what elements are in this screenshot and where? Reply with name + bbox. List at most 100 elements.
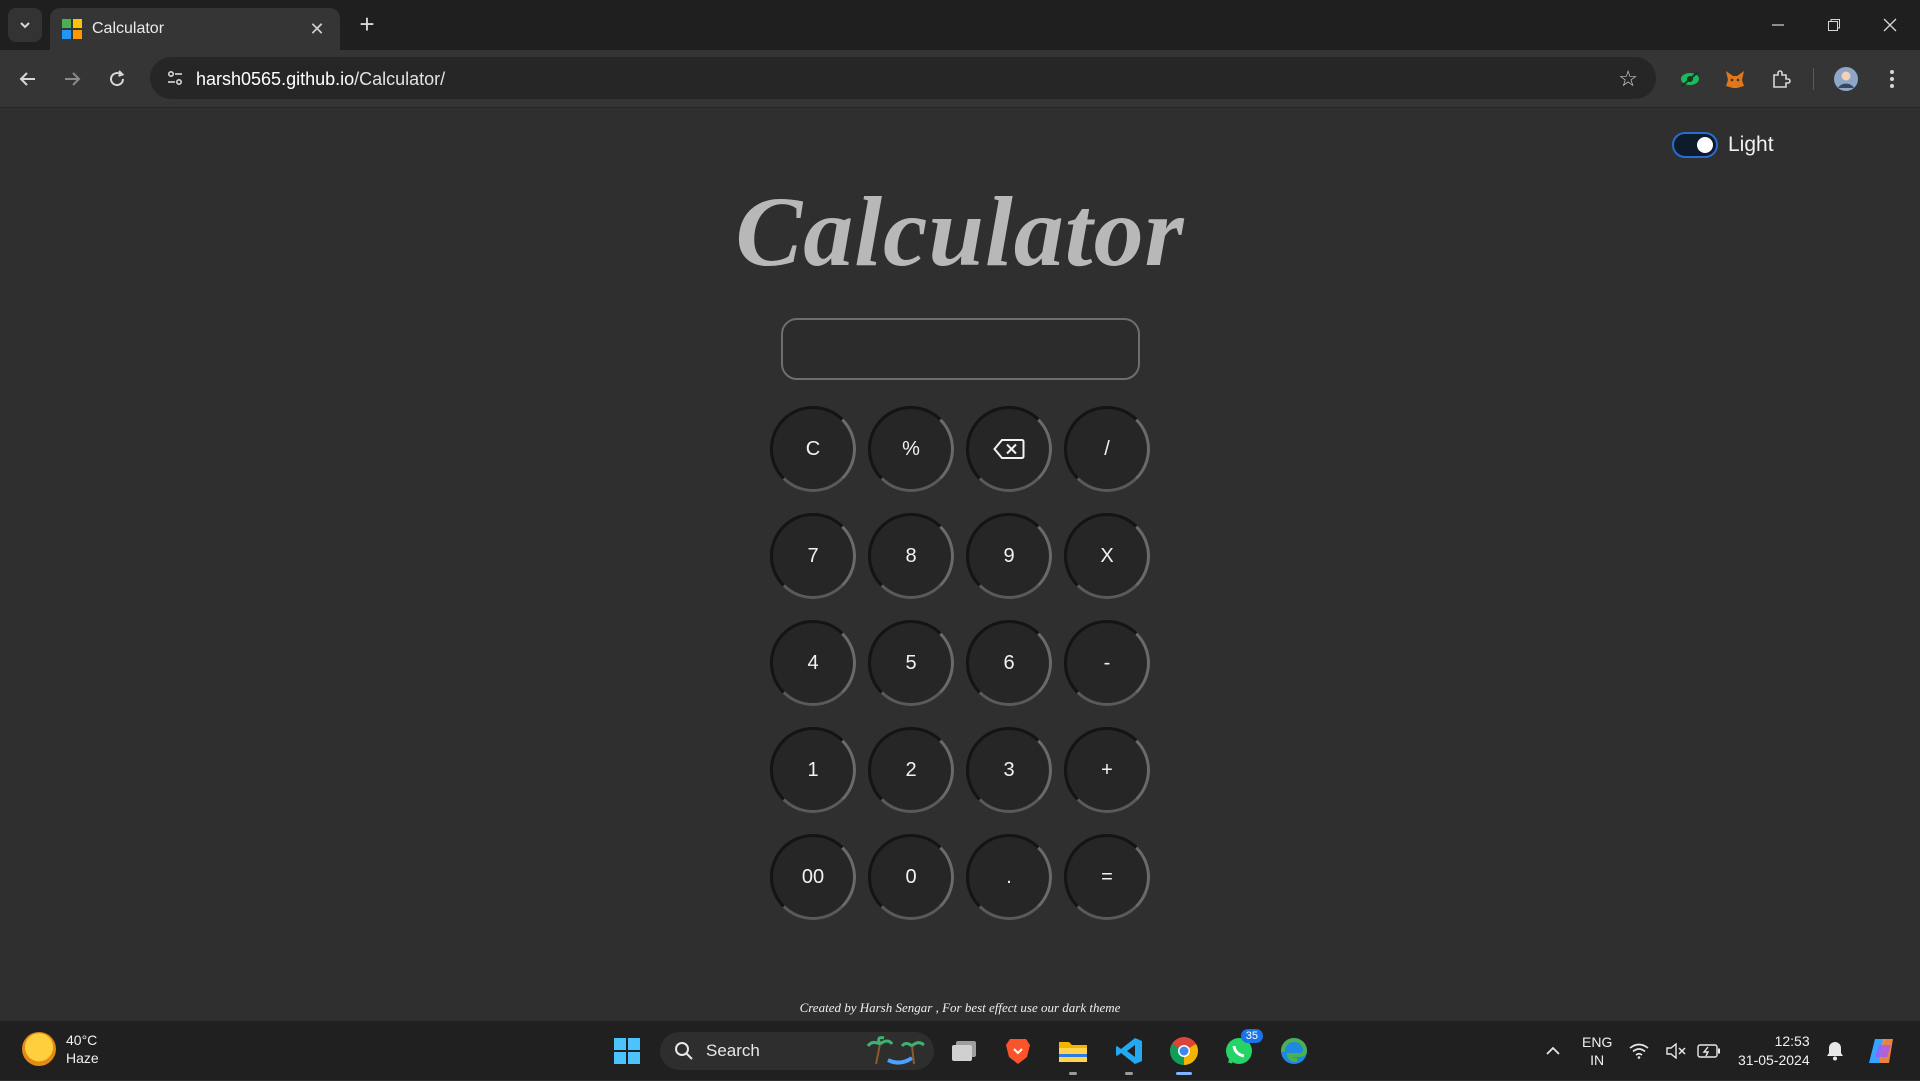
key-percent[interactable]: % bbox=[868, 406, 954, 492]
search-label: Search bbox=[706, 1041, 760, 1060]
key-label: C bbox=[805, 437, 821, 460]
language-secondary: IN bbox=[1590, 1052, 1605, 1068]
folder-icon bbox=[1059, 1042, 1087, 1062]
key-label: 4 bbox=[807, 651, 819, 674]
site-info-button[interactable] bbox=[160, 63, 190, 93]
chevron-up-icon bbox=[1546, 1046, 1560, 1055]
tab-close-button[interactable]: ✕ bbox=[306, 19, 328, 40]
key-divide[interactable]: / bbox=[1064, 406, 1150, 492]
browser-toolbar: harsh0565.github.io/Calculator/ ☆ bbox=[0, 50, 1920, 108]
wifi-icon[interactable] bbox=[1627, 1031, 1651, 1071]
clock[interactable]: 12:53 31-05-2024 bbox=[1738, 1021, 1810, 1081]
edge-icon bbox=[1280, 1037, 1308, 1064]
search-icon bbox=[675, 1042, 693, 1060]
chrome-button[interactable] bbox=[1164, 1031, 1204, 1075]
language-indicator[interactable]: ENG IN bbox=[1582, 1021, 1612, 1081]
metamask-fox-icon[interactable] bbox=[1719, 63, 1751, 95]
key-4[interactable]: 4 bbox=[770, 620, 856, 706]
key-2[interactable]: 2 bbox=[868, 727, 954, 813]
new-tab-button[interactable]: + bbox=[352, 10, 382, 40]
forward-button[interactable] bbox=[56, 63, 88, 95]
key-multiply[interactable]: X bbox=[1064, 513, 1150, 599]
chevron-down-icon bbox=[20, 22, 30, 29]
running-indicator bbox=[1125, 1072, 1133, 1075]
theme-toggle[interactable]: Light bbox=[1672, 132, 1774, 158]
key-plus[interactable]: + bbox=[1064, 727, 1150, 813]
clock-time: 12:53 bbox=[1774, 1033, 1810, 1049]
key-equals[interactable]: = bbox=[1064, 834, 1150, 920]
start-button[interactable] bbox=[607, 1031, 647, 1071]
key-label: 6 bbox=[1003, 651, 1015, 674]
key-label: . bbox=[1006, 865, 1012, 888]
volume-muted-icon[interactable] bbox=[1664, 1031, 1688, 1071]
keypad: C % / 7 8 9 X 4 5 6 - 1 2 3 + 00 0 . = bbox=[770, 406, 1150, 920]
vscode-button[interactable] bbox=[1109, 1031, 1149, 1075]
key-label: 00 bbox=[801, 865, 825, 888]
key-7[interactable]: 7 bbox=[770, 513, 856, 599]
key-double-zero[interactable]: 00 bbox=[770, 834, 856, 920]
chrome-icon bbox=[1170, 1037, 1198, 1065]
key-decimal[interactable]: . bbox=[966, 834, 1052, 920]
task-view-button[interactable] bbox=[944, 1031, 984, 1071]
address-bar[interactable]: harsh0565.github.io/Calculator/ ☆ bbox=[150, 57, 1656, 99]
key-label: 9 bbox=[1003, 544, 1015, 567]
tune-icon bbox=[167, 70, 183, 86]
theme-toggle-label: Light bbox=[1728, 133, 1774, 156]
close-window-button[interactable] bbox=[1862, 0, 1918, 50]
theme-switch[interactable] bbox=[1672, 132, 1718, 158]
tab-search-button[interactable] bbox=[8, 8, 42, 42]
brave-browser-button[interactable] bbox=[998, 1031, 1038, 1071]
restore-button[interactable] bbox=[1806, 0, 1862, 50]
key-8[interactable]: 8 bbox=[868, 513, 954, 599]
key-label: = bbox=[1101, 865, 1113, 888]
calculator-page: Light Calculator C % / 7 8 9 X 4 5 6 - 1… bbox=[0, 108, 1920, 1020]
extensions-puzzle-icon[interactable] bbox=[1765, 63, 1797, 95]
task-view-icon bbox=[952, 1041, 976, 1061]
clock-date: 31-05-2024 bbox=[1738, 1052, 1810, 1068]
key-0[interactable]: 0 bbox=[868, 834, 954, 920]
whatsapp-button[interactable]: 35 bbox=[1219, 1029, 1263, 1071]
taskbar-search[interactable]: Search bbox=[660, 1032, 934, 1070]
backspace-icon bbox=[993, 439, 1025, 459]
notification-bell-icon[interactable] bbox=[1822, 1031, 1848, 1071]
copilot-icon[interactable] bbox=[1862, 1031, 1902, 1071]
browser-tab-strip: Calculator ✕ + bbox=[0, 0, 1920, 50]
key-9[interactable]: 9 bbox=[966, 513, 1052, 599]
key-label: 3 bbox=[1003, 758, 1015, 781]
calculator-display[interactable] bbox=[781, 318, 1140, 380]
key-clear[interactable]: C bbox=[770, 406, 856, 492]
battery-charging-icon[interactable] bbox=[1696, 1031, 1722, 1071]
key-label: / bbox=[1104, 437, 1110, 460]
taskbar: 40°C Haze Search 35 ENG IN 12:53 31-05-2… bbox=[0, 1020, 1920, 1080]
edge-button[interactable] bbox=[1274, 1031, 1314, 1071]
key-label: 0 bbox=[905, 865, 917, 888]
footer-credit: Created by Harsh Sengar , For best effec… bbox=[799, 1000, 1121, 1015]
key-1[interactable]: 1 bbox=[770, 727, 856, 813]
profile-avatar-icon[interactable] bbox=[1830, 63, 1862, 95]
eye-extension-icon[interactable] bbox=[1674, 63, 1706, 95]
key-label: 5 bbox=[905, 651, 917, 674]
more-menu-icon[interactable] bbox=[1876, 63, 1908, 95]
browser-tab-calculator[interactable]: Calculator ✕ bbox=[50, 8, 340, 50]
key-backspace[interactable] bbox=[966, 406, 1052, 492]
key-3[interactable]: 3 bbox=[966, 727, 1052, 813]
running-indicator bbox=[1069, 1072, 1077, 1075]
whatsapp-badge: 35 bbox=[1240, 1029, 1263, 1043]
arrow-left-icon bbox=[19, 72, 35, 86]
file-explorer-button[interactable] bbox=[1053, 1031, 1093, 1075]
back-button[interactable] bbox=[12, 63, 44, 95]
reload-button[interactable] bbox=[101, 63, 133, 95]
key-5[interactable]: 5 bbox=[868, 620, 954, 706]
key-6[interactable]: 6 bbox=[966, 620, 1052, 706]
key-minus[interactable]: - bbox=[1064, 620, 1150, 706]
weather-haze-icon bbox=[22, 1032, 56, 1066]
reload-icon bbox=[110, 70, 125, 87]
minimize-icon bbox=[1772, 24, 1784, 26]
key-label: 2 bbox=[905, 758, 917, 781]
active-indicator bbox=[1176, 1072, 1192, 1075]
show-hidden-icons-button[interactable] bbox=[1533, 1031, 1573, 1071]
minimize-button[interactable] bbox=[1750, 0, 1806, 50]
bookmark-star-icon[interactable]: ☆ bbox=[1618, 66, 1638, 92]
key-label: 1 bbox=[807, 758, 819, 781]
weather-widget[interactable]: 40°C Haze bbox=[22, 1031, 99, 1067]
